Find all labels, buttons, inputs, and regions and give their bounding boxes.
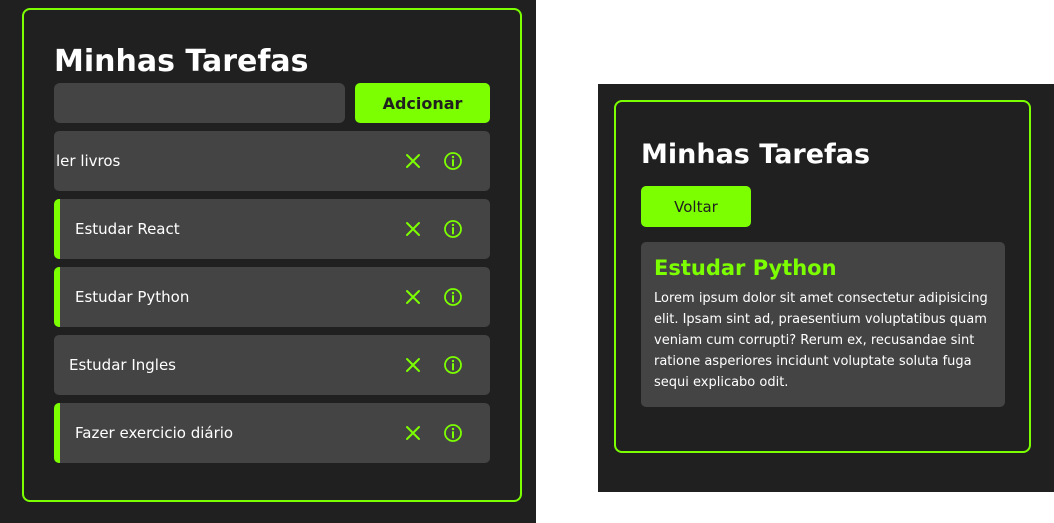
info-icon [444, 220, 462, 238]
task-row: Fazer exercicio diário [54, 403, 490, 463]
delete-task-button[interactable] [400, 420, 426, 446]
close-icon [406, 426, 420, 440]
task-list-panel: Minhas Tarefas Adcionar ler livros Estud… [0, 0, 536, 523]
info-icon [444, 424, 462, 442]
task-details-button[interactable] [440, 284, 466, 310]
add-task-button[interactable]: Adcionar [355, 83, 490, 123]
close-icon [406, 154, 420, 168]
task-label[interactable]: ler livros [54, 152, 400, 170]
task-details-button[interactable] [440, 420, 466, 446]
task-row: ler livros [54, 131, 490, 191]
task-row: Estudar Python [54, 267, 490, 327]
task-label[interactable]: Estudar React [60, 220, 400, 238]
delete-task-button[interactable] [400, 284, 426, 310]
new-task-input[interactable] [54, 83, 345, 123]
close-icon [406, 358, 420, 372]
page-title: Minhas Tarefas [54, 44, 309, 79]
task-detail-description: Lorem ipsum dolor sit amet consectetur a… [654, 291, 988, 390]
delete-task-button[interactable] [400, 148, 426, 174]
delete-task-button[interactable] [400, 352, 426, 378]
task-details-button[interactable] [440, 352, 466, 378]
task-details-button[interactable] [440, 148, 466, 174]
task-detail-card: Estudar Python Lorem ipsum dolor sit ame… [641, 242, 1005, 407]
task-label[interactable]: Fazer exercicio diário [60, 424, 400, 442]
info-icon [444, 288, 462, 306]
task-label[interactable]: Estudar Python [60, 288, 400, 306]
task-row: Estudar Ingles [54, 335, 490, 395]
detail-page-title: Minhas Tarefas [641, 139, 871, 170]
info-icon [444, 152, 462, 170]
close-icon [406, 222, 420, 236]
task-label[interactable]: Estudar Ingles [54, 356, 400, 374]
back-button[interactable]: Voltar [641, 186, 751, 227]
task-row: Estudar React [54, 199, 490, 259]
task-detail-title: Estudar Python [654, 256, 837, 280]
delete-task-button[interactable] [400, 216, 426, 242]
info-icon [444, 356, 462, 374]
task-detail-panel: Minhas Tarefas Voltar Estudar Python Lor… [598, 84, 1054, 492]
task-list: ler livros Estudar React Estudar Python … [54, 131, 490, 471]
task-details-button[interactable] [440, 216, 466, 242]
close-icon [406, 290, 420, 304]
